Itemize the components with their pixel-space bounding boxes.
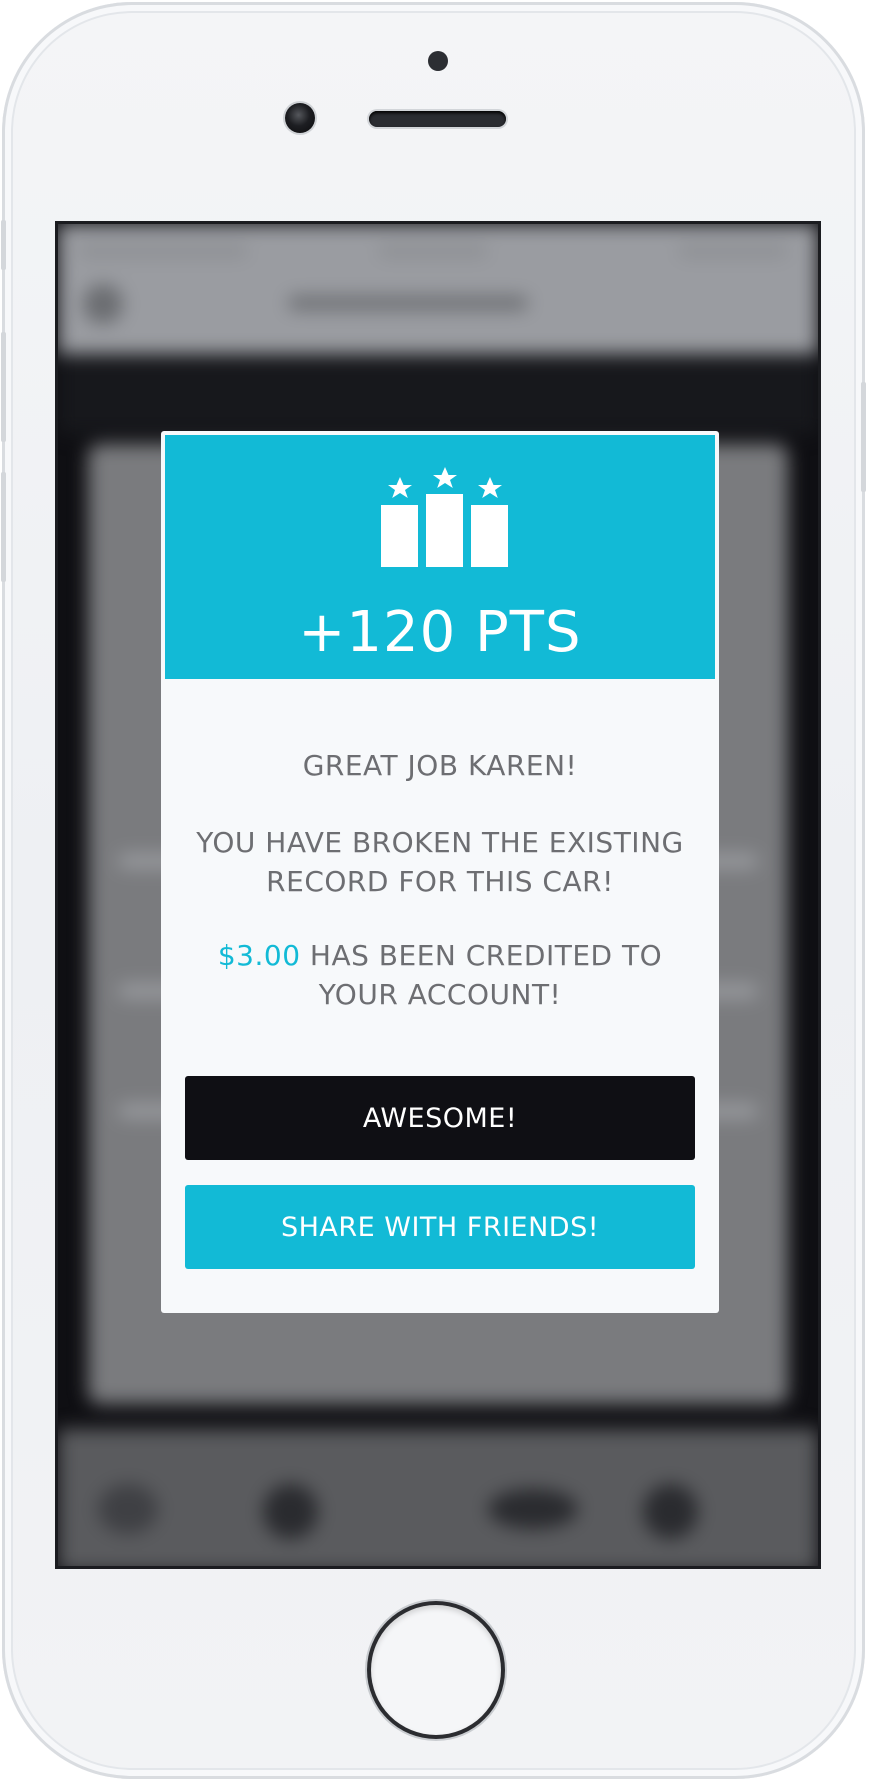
credit-message: $3.00 HAS BEEN CREDITED TO YOUR ACCOUNT!: [161, 936, 719, 1014]
volume-down-button: [1, 472, 6, 582]
greeting-label: GREAT JOB KAREN!: [302, 749, 578, 782]
mute-switch: [1, 220, 6, 270]
power-button: [861, 382, 866, 492]
earpiece-speaker: [369, 111, 506, 127]
background-tab-icon: [263, 1484, 318, 1539]
background-tab-icon: [488, 1489, 578, 1529]
front-camera-icon: [285, 103, 315, 133]
credit-line-2: YOUR ACCOUNT!: [318, 978, 562, 1011]
phone-frame: +120 PTS GREAT JOB KAREN! YOU HAVE BROKE…: [1, 2, 866, 1779]
record-line-1: YOU HAVE BROKEN THE EXISTING: [196, 826, 684, 859]
record-message: YOU HAVE BROKEN THE EXISTING RECORD FOR …: [161, 823, 719, 901]
modal-header: +120 PTS: [165, 435, 715, 679]
greeting-text: GREAT JOB KAREN!: [161, 746, 719, 785]
awesome-button[interactable]: AWESOME!: [185, 1076, 695, 1160]
background-text-bar: [378, 244, 488, 258]
podium-stars-icon: [381, 467, 508, 567]
points-earned: +120 PTS: [298, 600, 582, 665]
background-text-bar: [288, 296, 528, 310]
credit-line-1-text: HAS BEEN CREDITED TO: [300, 939, 663, 972]
volume-up-button: [1, 332, 6, 442]
background-text-bar: [78, 244, 248, 258]
background-tab-bar: [58, 1429, 818, 1566]
credit-line-1: $3.00 HAS BEEN CREDITED TO: [161, 936, 719, 975]
reward-modal: +120 PTS GREAT JOB KAREN! YOU HAVE BROKE…: [161, 431, 719, 1313]
share-with-friends-button[interactable]: SHARE WITH FRIENDS!: [185, 1185, 695, 1269]
background-dark-band: [58, 354, 818, 434]
credit-amount: $3.00: [217, 939, 301, 972]
background-text-bar: [678, 244, 788, 258]
proximity-sensor: [428, 51, 448, 71]
home-button[interactable]: [371, 1605, 501, 1735]
background-tab-icon: [643, 1484, 698, 1539]
background-tab-icon: [98, 1484, 158, 1534]
record-line-2: RECORD FOR THIS CAR!: [266, 865, 614, 898]
background-icon: [83, 284, 123, 324]
